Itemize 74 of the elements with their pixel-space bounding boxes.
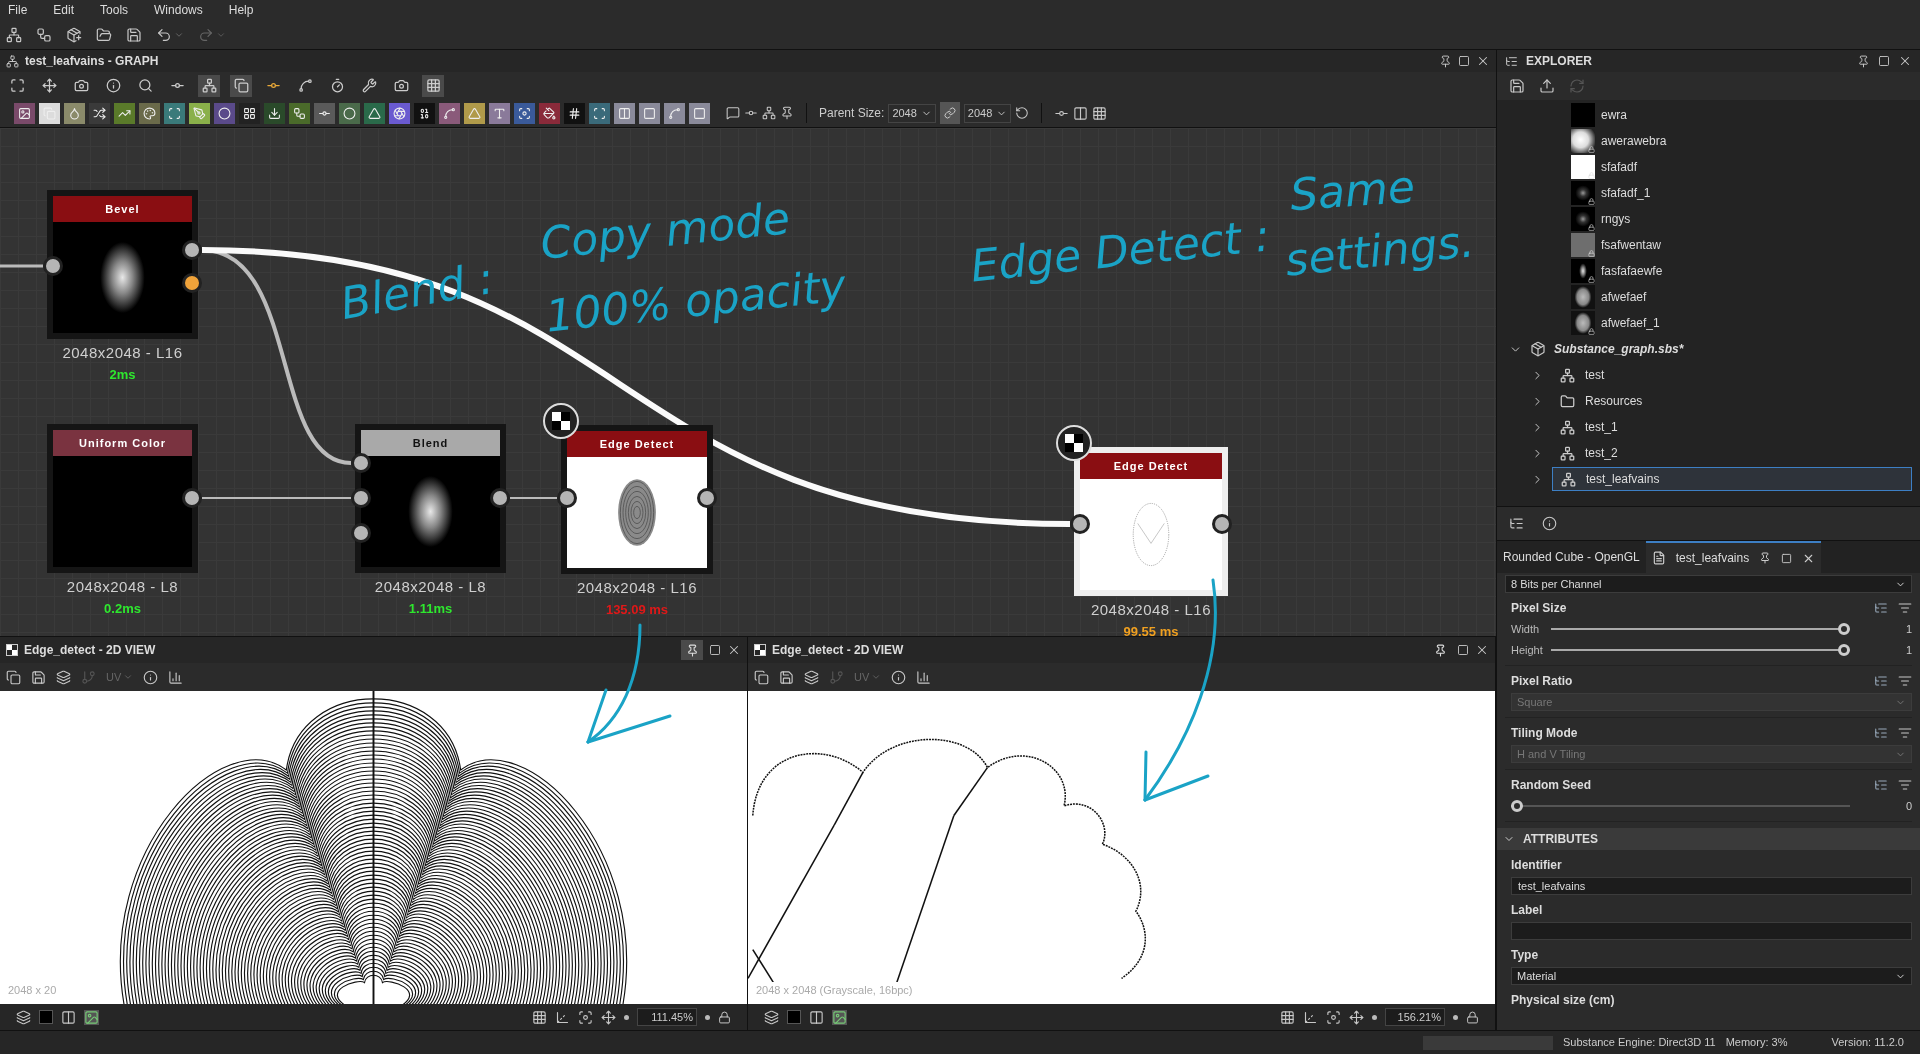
node-title: Bevel <box>53 196 192 222</box>
zoom-field[interactable]: 111.45% <box>637 1008 697 1026</box>
resource-name[interactable]: sfafadf_1 <box>1601 184 1651 202</box>
tree-item[interactable]: test_1 <box>1552 415 1912 439</box>
slider-value: 1 <box>1904 621 1912 637</box>
node-timing: 99.55 ms <box>1123 622 1179 636</box>
panel-title: EXPLORER <box>1526 53 1592 70</box>
resource-name[interactable]: afwefaef <box>1601 288 1647 306</box>
slider-value: 1 <box>1904 642 1912 658</box>
field-label: Physical size (cm) <box>1511 992 1616 1009</box>
menu-item[interactable]: Windows <box>154 1 203 19</box>
menu-item[interactable]: Tools <box>100 1 129 19</box>
package-name[interactable]: Substance_graph.sbs* <box>1554 340 1684 358</box>
section-header[interactable]: ATTRIBUTES <box>1497 828 1920 850</box>
engine-status: Substance Engine: Direct3D 11 <box>1563 1035 1716 1051</box>
tree-item[interactable]: test_leafvains <box>1552 467 1912 491</box>
node-resolution: 2048x2048 - L8 <box>66 577 179 597</box>
type-dropdown[interactable]: Material <box>1511 967 1912 985</box>
resource-name[interactable]: awerawebra <box>1601 132 1667 150</box>
format-dropdown[interactable]: 8 Bits per Channel <box>1505 575 1912 593</box>
resource-name[interactable]: fasfafaewfe <box>1601 262 1663 280</box>
parameter-title: Random Seed <box>1511 777 1591 794</box>
menu-item[interactable]: File <box>8 1 28 19</box>
tree-item[interactable]: test_2 <box>1552 441 1912 465</box>
panel-tab[interactable]: test_leafvains <box>1645 541 1822 573</box>
zoom-field[interactable]: 156.21% <box>1385 1008 1445 1026</box>
panel-title: Edge_detect - 2D VIEW <box>772 642 904 659</box>
node-title: Edge Detect <box>1080 453 1222 479</box>
node-resolution: 2048x2048 - L8 <box>374 577 487 597</box>
node-title: Blend <box>361 430 500 456</box>
parameter-title: Tiling Mode <box>1511 725 1578 742</box>
node-title: Uniform Color <box>53 430 192 456</box>
parameter-title: Pixel Size <box>1511 600 1567 617</box>
resource-name[interactable]: afwefaef_1 <box>1601 314 1660 332</box>
graph-node[interactable]: Blend <box>355 424 506 573</box>
resource-name[interactable]: ewra <box>1601 106 1627 124</box>
node-timing: 2ms <box>109 365 136 384</box>
parent-size-label: Parent Size: <box>819 105 885 122</box>
node-timing: 1.11ms <box>408 599 453 618</box>
image-info: 2048 x 2048 (Grayscale, 16bpc) <box>756 981 913 998</box>
graph-node[interactable]: Edge Detect <box>561 425 713 574</box>
version-label: Version: 11.2.0 <box>1831 1035 1904 1051</box>
node-title: Edge Detect <box>567 431 707 457</box>
tree-item[interactable]: test <box>1552 363 1912 387</box>
menu-item[interactable]: Edit <box>53 1 75 19</box>
field-label: Type <box>1511 947 1540 964</box>
menu-item[interactable]: Help <box>228 1 254 19</box>
tree-item[interactable]: Resources <box>1552 389 1912 413</box>
graph-node[interactable]: Uniform Color <box>47 424 198 573</box>
field-label: Label <box>1511 902 1544 919</box>
parameter-title: Pixel Ratio <box>1511 673 1573 690</box>
slider-label: Height <box>1511 642 1544 658</box>
slider-value: 0 <box>1904 798 1912 814</box>
resource-name[interactable]: rngys <box>1601 210 1631 228</box>
memory-status: Memory: 3% <box>1725 1035 1788 1051</box>
handwritten-note: Blend : <box>335 251 499 331</box>
field-label: Identifier <box>1511 857 1563 874</box>
handwritten-note: Copy mode <box>537 191 794 271</box>
graph-node[interactable]: Bevel <box>47 190 198 339</box>
node-timing: 135.09 ms <box>605 600 669 619</box>
size-dropdown[interactable]: 2048 <box>963 103 1012 123</box>
panel-title: test_leafvains - GRAPH <box>25 53 159 70</box>
resource-name[interactable]: sfafadf <box>1601 158 1638 176</box>
resource-name[interactable]: fsafwentaw <box>1601 236 1662 254</box>
node-resolution: 2048x2048 - L16 <box>62 343 183 363</box>
slider-label: Width <box>1511 621 1541 637</box>
parent-size-dropdown[interactable]: 2048 <box>888 103 936 123</box>
text-field[interactable]: test_leafvains <box>1511 877 1912 895</box>
node-resolution: 2048x2048 - L16 <box>576 578 698 598</box>
panel-title: Edge_detect - 2D VIEW <box>24 642 156 659</box>
handwritten-note: Edge Detect : <box>967 208 1273 294</box>
graph-node[interactable]: Edge Detect <box>1074 447 1228 596</box>
node-resolution: 2048x2048 - L16 <box>1090 600 1212 620</box>
node-timing: 0.2ms <box>104 599 141 618</box>
